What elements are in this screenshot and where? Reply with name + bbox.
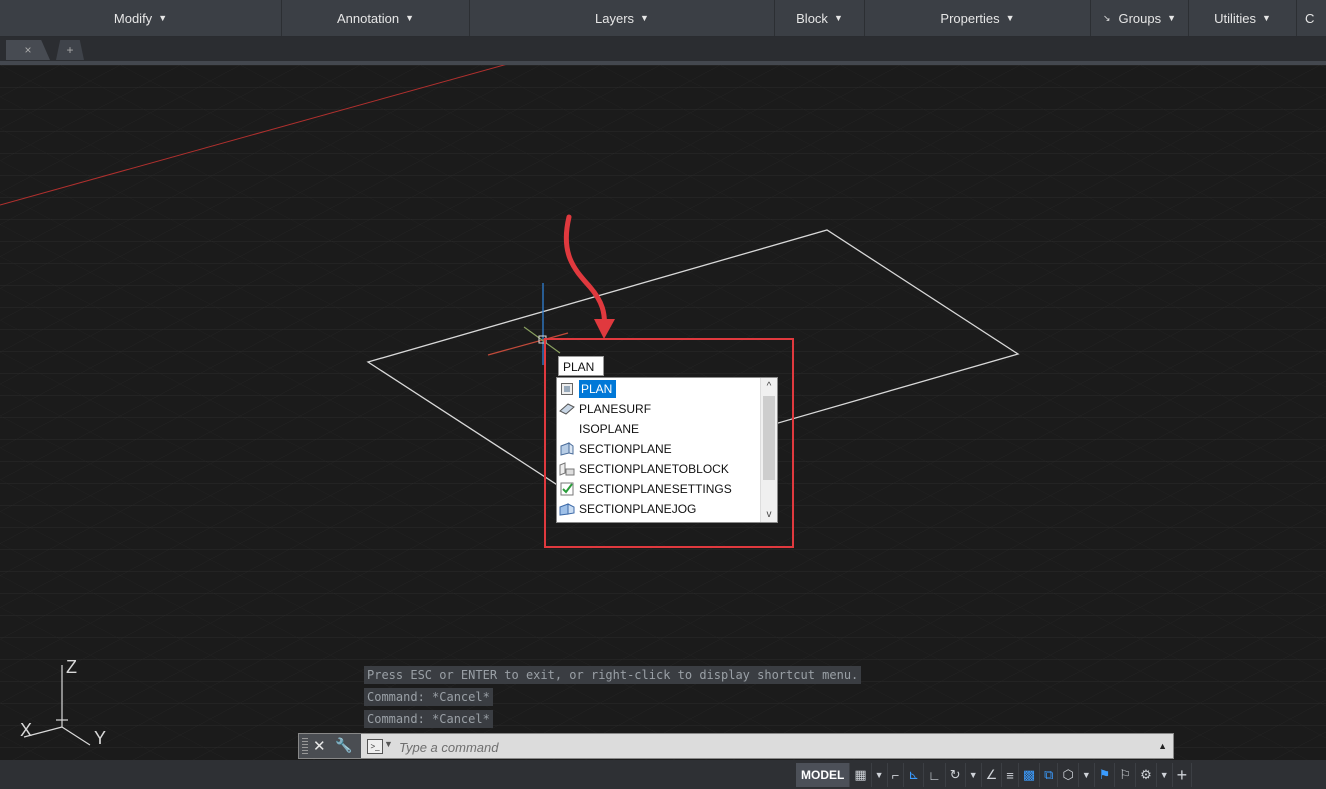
expand-panel-icon: ↘ [1102, 12, 1111, 23]
annotation-visibility-icon[interactable]: ⚑ [1095, 763, 1116, 787]
close-icon[interactable]: ✕ [313, 737, 326, 755]
wrench-icon[interactable]: 🔧 [335, 737, 352, 754]
new-tab-button[interactable]: + [56, 40, 84, 60]
ribbon-panel-utilities[interactable]: Utilities ▼ [1189, 0, 1297, 36]
chevron-down-icon: ▼ [640, 13, 649, 23]
annotation-scale-icon[interactable]: ⚐ [1115, 763, 1137, 787]
chevron-down-icon: ▼ [405, 13, 415, 23]
panel-label: Utilities [1214, 10, 1256, 26]
selection-cycling-icon[interactable]: ⧉ [1040, 763, 1059, 787]
ribbon-panel-properties[interactable]: Properties ▼ [865, 0, 1091, 36]
file-tab-strip: × + [0, 37, 1326, 61]
customize-plus-icon[interactable]: + [1173, 763, 1193, 787]
command-history-line: Command: *Cancel* [364, 710, 493, 728]
ribbon-panel-annotation[interactable]: Annotation ▼ [282, 0, 470, 36]
ribbon-panel-bar: Modify ▼ Annotation ▼ Layers ▼ Block ▼ Prope… [0, 0, 1326, 37]
chevron-down-icon[interactable]: ▼ [966, 763, 982, 787]
transparency-icon[interactable]: ▩ [1019, 763, 1041, 787]
model-space-button[interactable]: MODEL [796, 763, 851, 787]
ribbon-panel-groups[interactable]: ↘ Groups ▼ [1091, 0, 1189, 36]
ribbon-panel-layers[interactable]: Layers ▼ [470, 0, 775, 36]
ucs-x-label: X [20, 720, 33, 740]
infer-constraints-icon[interactable]: ⊾ [904, 763, 925, 787]
chevron-down-icon[interactable]: ▼ [872, 763, 888, 787]
command-history-line: Press ESC or ENTER to exit, or right-cli… [364, 666, 862, 684]
ribbon-panel-modify[interactable]: Modify ▼ [0, 0, 282, 36]
command-input[interactable] [397, 737, 1141, 757]
ucs-y-label: Y [94, 728, 107, 748]
ucs-z-label: Z [66, 657, 77, 677]
command-history-line: Command: *Cancel* [364, 688, 493, 706]
panel-label: Properties [940, 10, 1000, 26]
panel-label: C [1305, 10, 1315, 26]
chevron-down-icon[interactable]: ▼ [1157, 763, 1173, 787]
3d-object-snap-icon[interactable]: ⬡ [1058, 763, 1079, 787]
panel-label: Block [796, 10, 828, 26]
close-icon: × [24, 43, 32, 57]
chevron-down-icon: ▼ [833, 13, 843, 23]
chevron-down-icon: ▼ [1261, 13, 1271, 23]
lineweight-icon[interactable]: ≡ [1002, 763, 1019, 787]
grid-icon[interactable]: ▦ [850, 763, 872, 787]
chevron-down-icon[interactable]: ▼ [1079, 763, 1095, 787]
ribbon-panel-block[interactable]: Block ▼ [775, 0, 865, 36]
chevron-up-icon[interactable]: ▲ [1158, 741, 1167, 751]
chevron-down-icon[interactable]: ▼ [384, 739, 393, 749]
chevron-down-icon: ▼ [1005, 13, 1015, 23]
ribbon-panel-truncated[interactable]: C [1297, 0, 1326, 36]
ortho-icon[interactable]: ∟ [924, 763, 946, 787]
workspace-gear-icon[interactable]: ⚙ [1136, 763, 1157, 787]
polar-tracking-icon[interactable]: ↻ [946, 763, 966, 787]
command-line: ✕ 🔧 >_ ▼ ▲ [298, 733, 1174, 759]
panel-label: Layers [595, 10, 635, 26]
status-bar: MODEL ▦ ▼ ⌐ ⊾ ∟ ↻ ▼ ∠ ≡ ▩ ⧉ ⬡ ▼ ⚑ ⚐ ⚙ ▼ … [0, 760, 1326, 789]
chevron-down-icon: ▼ [158, 13, 168, 23]
isodraft-icon[interactable]: ∠ [982, 763, 1003, 787]
status-bar-toggles: MODEL ▦ ▼ ⌐ ⊾ ∟ ↻ ▼ ∠ ≡ ▩ ⧉ ⬡ ▼ ⚑ ⚐ ⚙ ▼ … [796, 763, 1193, 787]
chevron-down-icon: ▼ [1167, 13, 1177, 23]
command-line-controls: ✕ 🔧 [299, 734, 361, 758]
command-prompt-icon[interactable]: >_ [367, 739, 383, 754]
panel-label: Annotation [336, 10, 400, 26]
snap-icon[interactable]: ⌐ [888, 763, 905, 787]
panel-label: Modify [113, 10, 153, 26]
plus-icon: + [66, 43, 74, 57]
annotation-highlight-box [544, 338, 794, 548]
panel-label: Groups [1118, 10, 1162, 26]
close-tab-button[interactable]: × [6, 40, 50, 60]
drag-handle[interactable] [302, 738, 308, 754]
